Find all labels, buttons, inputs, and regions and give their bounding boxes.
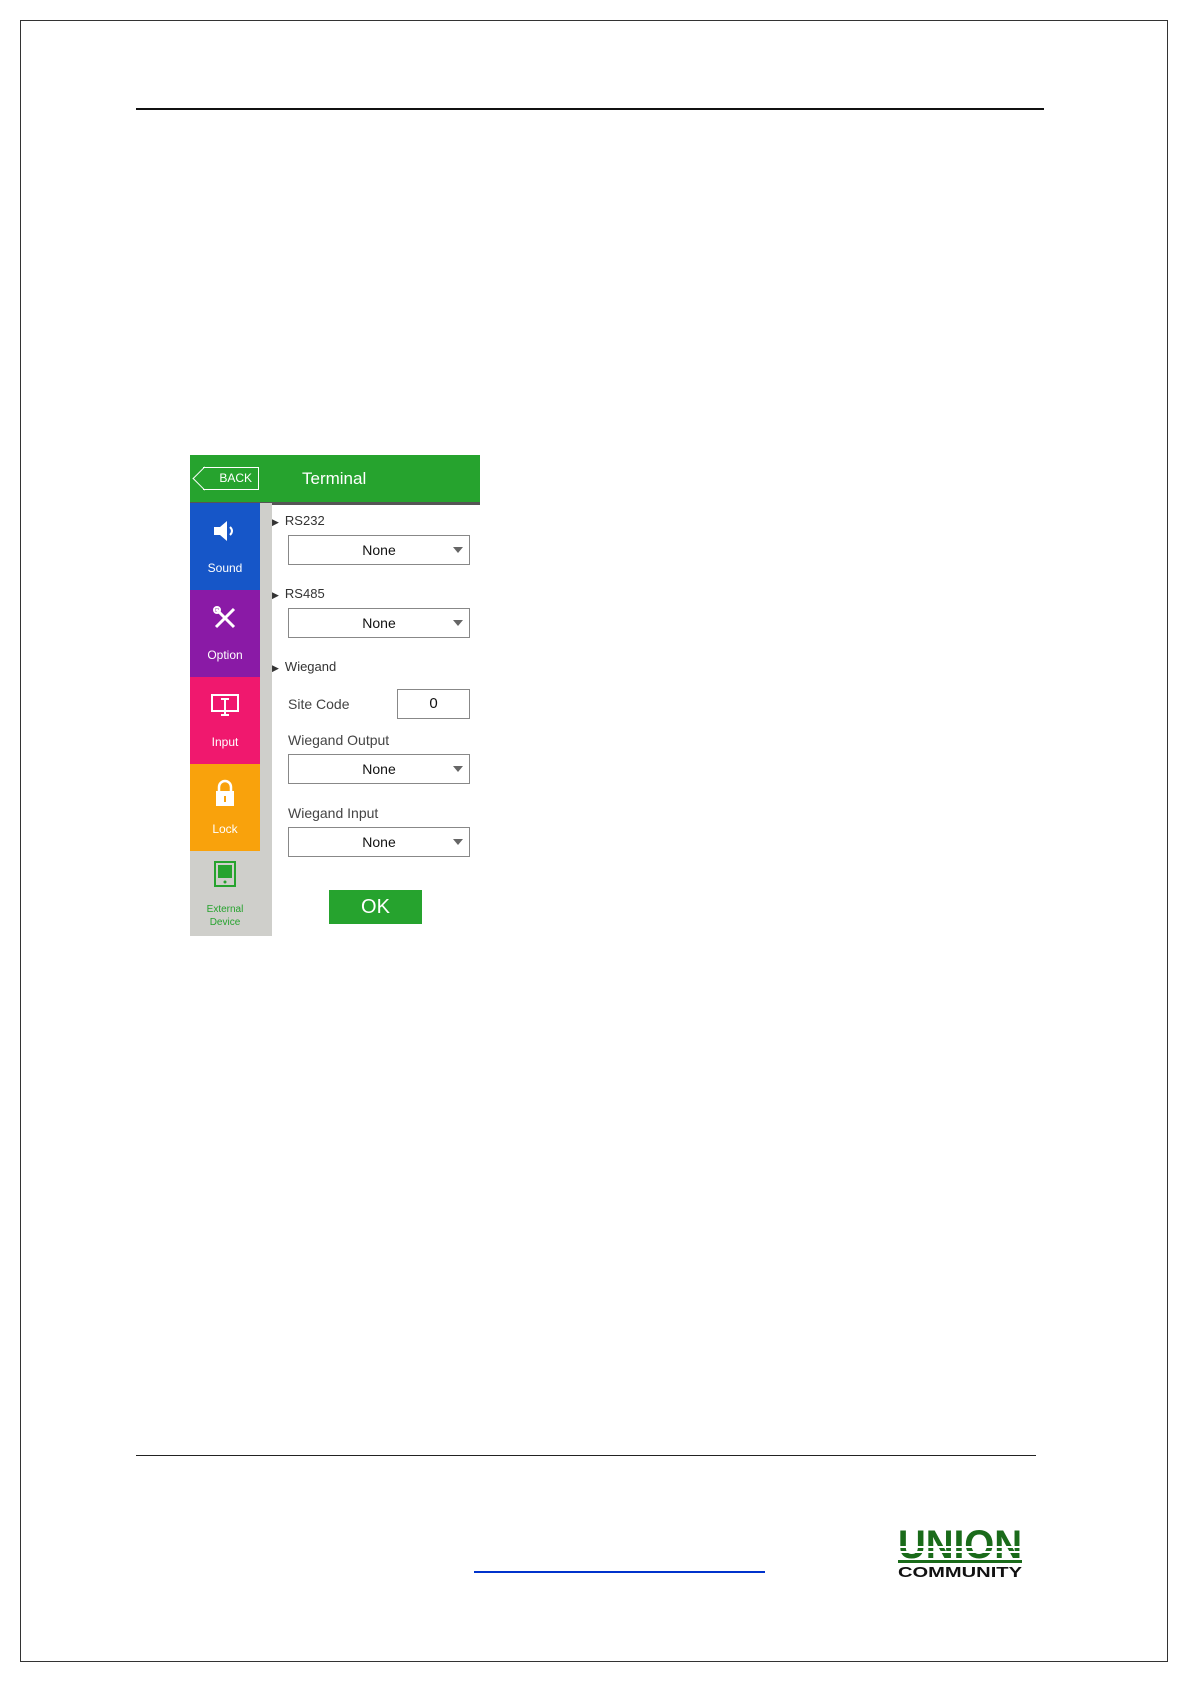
section-rs485: ▶ RS485: [272, 586, 325, 601]
site-code-label: Site Code: [288, 696, 350, 712]
dropdown-value: None: [362, 615, 396, 631]
screen-title: Terminal: [302, 469, 367, 488]
sidebar-item-label-line1: External: [206, 904, 244, 915]
section-wiegand: ▶ Wiegand: [272, 659, 336, 674]
monitor-icon: [190, 691, 260, 721]
rs232-dropdown[interactable]: None: [288, 535, 470, 565]
ok-button[interactable]: OK: [329, 890, 422, 924]
tablet-icon: [178, 861, 272, 891]
wiegand-output-label: Wiegand Output: [288, 732, 390, 748]
dropdown-value: None: [362, 834, 396, 850]
footer-link[interactable]: [474, 1571, 765, 1573]
header-rule: [136, 108, 1044, 110]
sidebar-item-input[interactable]: Input: [190, 677, 260, 764]
title-bar: BACK Terminal: [190, 455, 480, 505]
dropdown-caret-icon: [453, 620, 463, 626]
section-rs232: ▶ RS232: [272, 513, 325, 528]
sidebar-item-label: Option: [207, 648, 243, 662]
sidebar-item-label: Lock: [212, 822, 238, 836]
logo-text-community: COMMUNITY: [898, 1564, 1022, 1581]
triangle-icon: ▶: [272, 590, 279, 600]
section-label: RS232: [284, 513, 325, 528]
sidebar-divider: [260, 503, 272, 852]
triangle-icon: ▶: [272, 663, 279, 673]
sidebar-item-label: Sound: [207, 561, 243, 575]
sidebar-item-sound[interactable]: Sound: [190, 503, 260, 590]
section-label: Wiegand: [284, 659, 337, 674]
section-label: RS485: [284, 586, 325, 601]
sidebar-item-external-device[interactable]: External Device: [190, 851, 272, 936]
device-screen: BACK Terminal Sound Option Input Lock Ex…: [190, 455, 480, 936]
sidebar-item-label-line2: Device: [209, 917, 241, 928]
sidebar-item-label: External Device: [178, 903, 272, 929]
triangle-icon: ▶: [272, 517, 279, 527]
tools-icon: [190, 604, 260, 634]
sidebar: Sound Option Input Lock External Device: [190, 503, 272, 936]
dropdown-value: None: [362, 542, 396, 558]
dropdown-caret-icon: [453, 766, 463, 772]
rs485-dropdown[interactable]: None: [288, 608, 470, 638]
speaker-icon: [190, 517, 260, 547]
back-button[interactable]: BACK: [203, 467, 259, 490]
union-community-logo: UNION COMMUNITY: [896, 1522, 1024, 1582]
sidebar-item-label: Input: [211, 735, 239, 749]
dropdown-caret-icon: [453, 547, 463, 553]
dropdown-caret-icon: [453, 839, 463, 845]
site-code-input[interactable]: 0: [397, 689, 470, 719]
sidebar-item-lock[interactable]: Lock: [190, 764, 260, 851]
footer-rule: [136, 1455, 1036, 1456]
lock-icon: [190, 778, 260, 808]
wiegand-input-dropdown[interactable]: None: [288, 827, 470, 857]
wiegand-output-dropdown[interactable]: None: [288, 754, 470, 784]
wiegand-input-label: Wiegand Input: [288, 805, 379, 821]
sidebar-item-option[interactable]: Option: [190, 590, 260, 677]
dropdown-value: None: [362, 761, 396, 777]
